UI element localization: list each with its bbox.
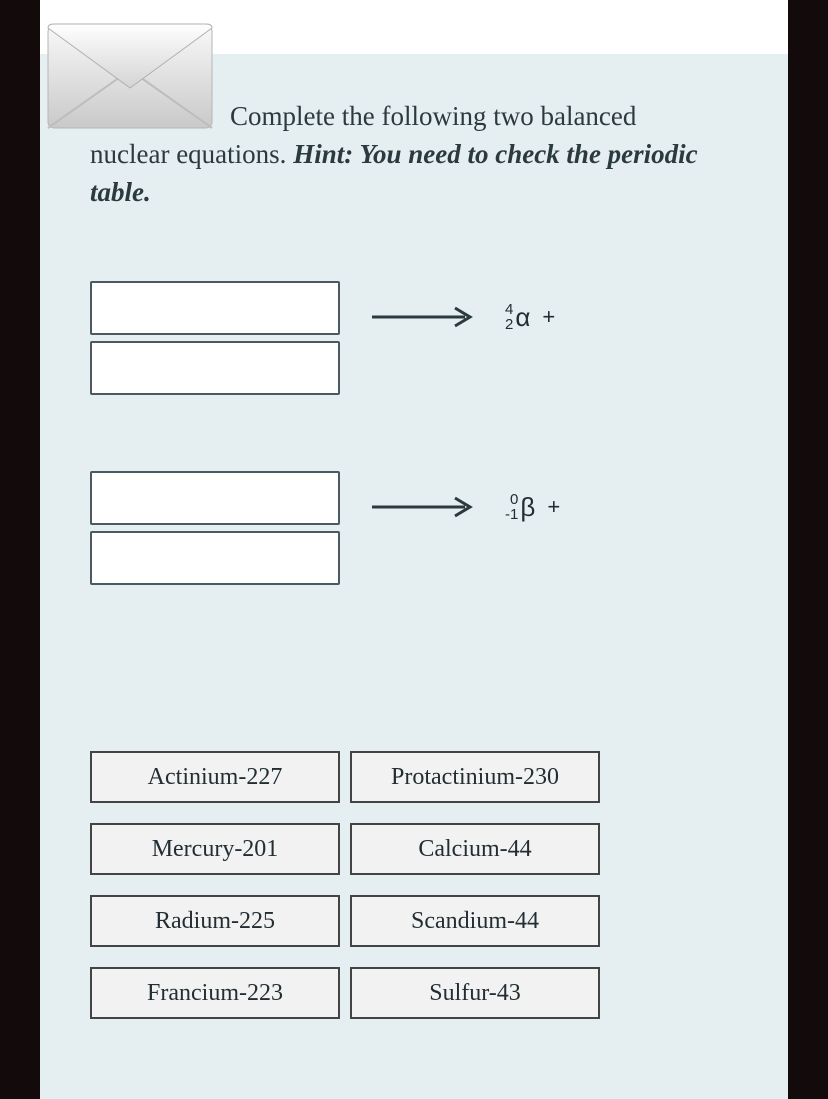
answer-tile[interactable]: Protactinium-230	[350, 751, 600, 803]
eq2-product-slot[interactable]	[90, 531, 340, 585]
eq1-atomic: 2	[505, 317, 513, 332]
eq2-atomic: -1	[505, 507, 518, 522]
eq2-plus: +	[547, 494, 560, 520]
answer-tile[interactable]: Calcium-44	[350, 823, 600, 875]
arrow-icon	[370, 495, 480, 519]
envelope-icon	[40, 8, 220, 138]
answer-tile[interactable]: Radium-225	[90, 895, 340, 947]
arrow-icon	[370, 305, 480, 329]
answer-tile[interactable]: Sulfur-43	[350, 967, 600, 1019]
prompt-line-2-plain: nuclear equations.	[90, 139, 293, 169]
alpha-particle: 4 2 α +	[505, 302, 555, 333]
eq1-product-slot[interactable]	[90, 341, 340, 395]
answer-tile[interactable]: Francium-223	[90, 967, 340, 1019]
answer-tile[interactable]: Mercury-201	[90, 823, 340, 875]
beta-particle: 0 -1 β +	[505, 492, 560, 523]
answer-tile[interactable]: Scandium-44	[350, 895, 600, 947]
eq1-mass: 4	[505, 302, 513, 317]
eq2-symbol: β	[520, 492, 535, 523]
answer-tile[interactable]: Actinium-227	[90, 751, 340, 803]
question-area: Complete the following two balanced nucl…	[40, 58, 788, 1099]
answer-bank: Actinium-227 Protactinium-230 Mercury-20…	[90, 751, 748, 1019]
eq2-mass: 0	[510, 492, 518, 507]
prompt-line-1: Complete the following two balanced	[230, 101, 636, 131]
eq1-symbol: α	[515, 302, 530, 333]
equation-2: 0 -1 β +	[90, 471, 748, 591]
eq1-reactant-slot[interactable]	[90, 281, 340, 335]
equation-1: 4 2 α +	[90, 281, 748, 401]
eq1-plus: +	[542, 304, 555, 330]
eq2-reactant-slot[interactable]	[90, 471, 340, 525]
page: Complete the following two balanced nucl…	[40, 0, 788, 1046]
